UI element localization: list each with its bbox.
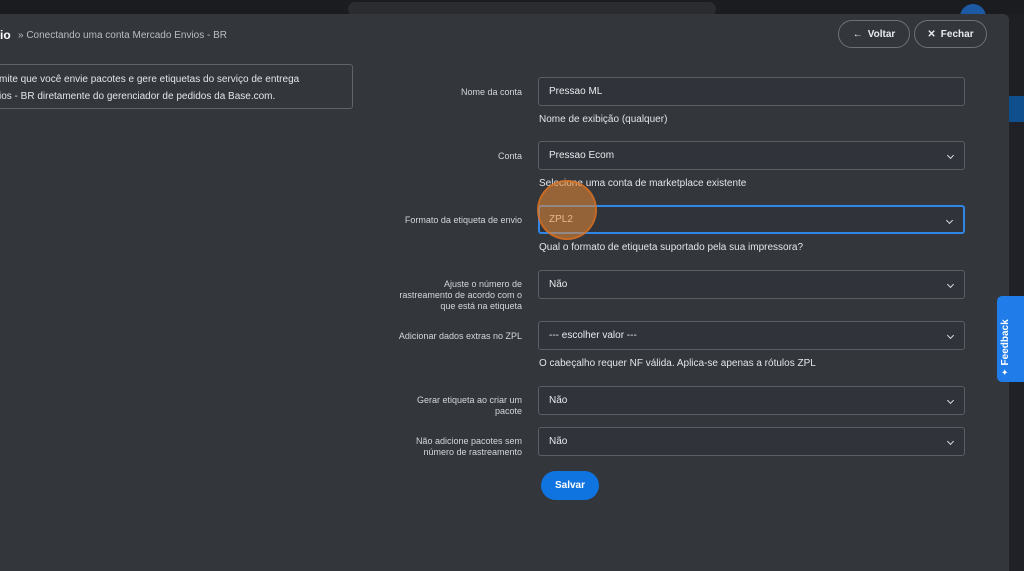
info-box: mite que você envie pacotes e gere etiqu…	[0, 64, 353, 109]
account-name-input[interactable]: Pressao ML	[538, 77, 965, 106]
close-icon: ✕	[927, 28, 936, 40]
tracking-adjust-label-line3: que está na etiqueta	[440, 301, 522, 311]
feedback-label[interactable]: ✦ Feedback	[1000, 296, 1011, 376]
label-format-label: Formato da etiqueta de envio	[404, 215, 522, 225]
extra-zpl-select[interactable]: --- escolher valor ---	[538, 321, 965, 350]
generate-label-label-line2: pacote	[494, 406, 522, 416]
arrow-left-icon: ←	[852, 28, 863, 40]
no-tracking-select[interactable]: Não	[538, 427, 965, 456]
app-side-panel-highlight	[1009, 96, 1024, 122]
feedback-text: Feedback	[1000, 319, 1011, 366]
modal-header: io » Conectando uma conta Mercado Envios…	[0, 14, 1009, 56]
close-button-label: Fechar	[940, 28, 974, 40]
account-select[interactable]: Pressao Ecom	[538, 141, 965, 170]
extra-zpl-label: Adicionar dados extras no ZPL	[398, 331, 522, 341]
tracking-adjust-label-line1: Ajuste o número de	[443, 279, 522, 289]
generate-label-label-line1: Gerar etiqueta ao criar um	[416, 395, 522, 405]
info-line-2: ios - BR diretamente do gerenciador de p…	[0, 91, 276, 102]
info-line-1: mite que você envie pacotes e gere etiqu…	[0, 74, 300, 85]
cursor-highlight	[537, 180, 597, 240]
label-format-select[interactable]: ZPL2	[538, 205, 965, 234]
label-format-help: Qual o formato de etiqueta suportado pel…	[539, 242, 804, 253]
tracking-adjust-select[interactable]: Não	[538, 270, 965, 299]
account-name-label: Nome da conta	[460, 87, 522, 97]
save-button[interactable]: Salvar	[541, 471, 599, 500]
no-tracking-label-line2: número de rastreamento	[423, 447, 522, 457]
close-button[interactable]: ✕ Fechar	[914, 20, 987, 48]
account-name-help: Nome de exibição (qualquer)	[539, 114, 668, 125]
generate-label-label: Gerar etiqueta ao criar um pacote	[417, 395, 522, 417]
breadcrumb: » Conectando uma conta Mercado Envios - …	[18, 30, 227, 41]
generate-label-select[interactable]: Não	[538, 386, 965, 415]
back-button[interactable]: ← Voltar	[838, 20, 910, 48]
back-button-label: Voltar	[867, 28, 896, 40]
account-label: Conta	[497, 151, 522, 161]
tracking-adjust-label: Ajuste o número de rastreamento de acord…	[399, 279, 522, 312]
modal-dialog: io » Conectando uma conta Mercado Envios…	[0, 14, 1009, 571]
page-title: io	[0, 28, 11, 42]
tracking-adjust-label-line2: rastreamento de acordo com o	[399, 290, 522, 300]
no-tracking-label: Não adicione pacotes sem número de rastr…	[416, 436, 522, 458]
sparkle-icon: ✦	[1000, 368, 1010, 376]
extra-zpl-help: O cabeçalho requer NF válida. Aplica-se …	[539, 358, 816, 369]
no-tracking-label-line1: Não adicione pacotes sem	[415, 436, 522, 446]
